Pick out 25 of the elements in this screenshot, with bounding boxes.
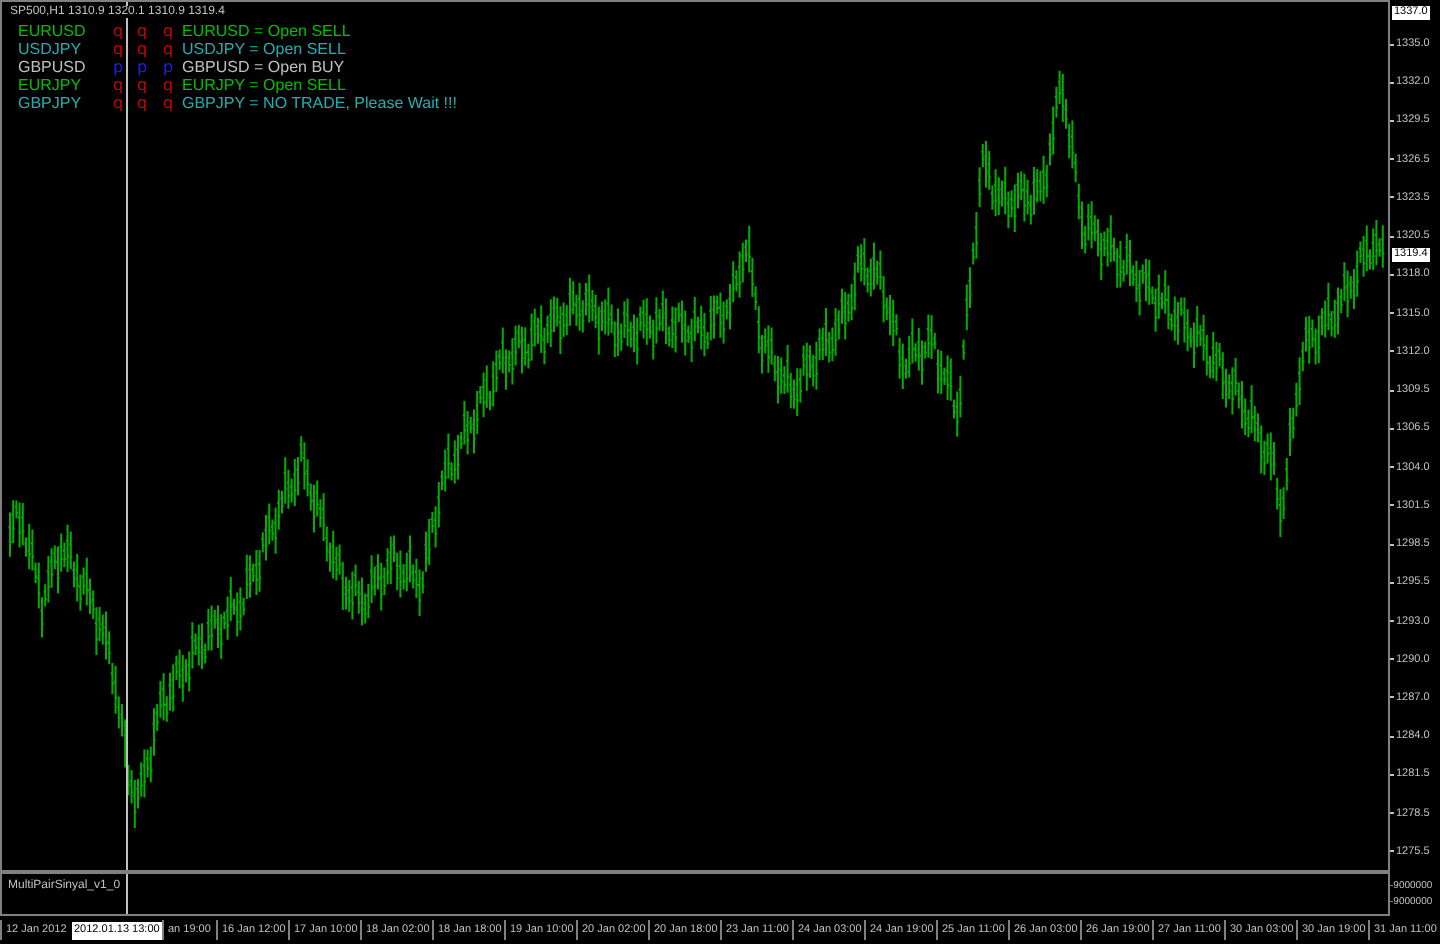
sell-signal-mark: q [134, 40, 150, 58]
sell-signal-mark: q [110, 76, 126, 94]
sell-signal-mark: q [160, 76, 176, 94]
pair-name: GBPJPY [18, 94, 84, 112]
sell-signal-mark: q [134, 94, 150, 112]
signal-message: EURUSD = Open SELL [182, 22, 353, 40]
buy-signal-mark: p [160, 58, 176, 76]
sell-signal-mark: q [134, 22, 150, 40]
signal-message: EURJPY = Open SELL [182, 76, 348, 94]
signal-message: GBPJPY = NO TRADE, Please Wait !!! [182, 94, 457, 112]
signal-message: USDJPY = Open SELL [182, 40, 348, 58]
sell-signal-mark: q [160, 94, 176, 112]
signal-message: GBPUSD = Open BUY [182, 58, 347, 76]
sell-signal-mark: q [134, 76, 150, 94]
pair-name: GBPUSD [18, 58, 88, 76]
pair-name: EURJPY [18, 76, 84, 94]
sell-signal-mark: q [160, 40, 176, 58]
pair-name: USDJPY [18, 40, 84, 58]
pair-name: EURUSD [18, 22, 88, 40]
buy-signal-mark: p [110, 58, 126, 76]
sell-signal-mark: q [110, 40, 126, 58]
buy-signal-mark: p [134, 58, 150, 76]
sell-signal-mark: q [160, 22, 176, 40]
sell-signal-mark: q [110, 22, 126, 40]
sell-signal-mark: q [110, 94, 126, 112]
